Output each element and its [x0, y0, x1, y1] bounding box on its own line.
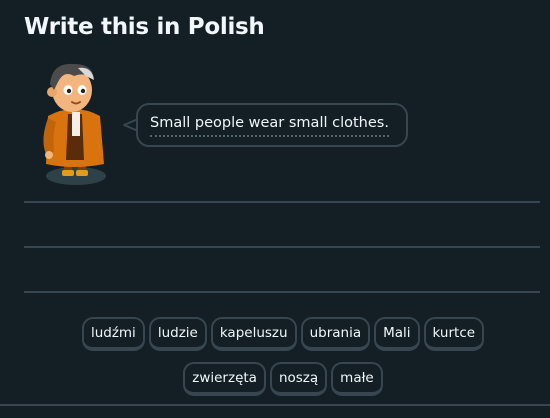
- speech-bubble: Small people wear small clothes.: [136, 103, 408, 147]
- answer-line-3: [24, 291, 540, 293]
- word-tile[interactable]: ludzie: [148, 317, 207, 351]
- word-tile[interactable]: kapeluszu: [210, 317, 297, 351]
- word-bank: ludźmi ludzie kapeluszu ubrania Mali kur…: [40, 317, 526, 396]
- word-tile[interactable]: ubrania: [300, 317, 371, 351]
- footer-divider: [0, 404, 550, 406]
- word-tile[interactable]: noszą: [269, 362, 328, 396]
- answer-line-2: [24, 246, 540, 248]
- character-illustration-icon: [34, 56, 114, 190]
- word-tile[interactable]: kurtce: [423, 317, 485, 351]
- word-tile[interactable]: małe: [331, 362, 383, 396]
- word-tile[interactable]: ludźmi: [81, 317, 145, 351]
- word-tile[interactable]: zwierzęta: [183, 362, 266, 396]
- challenge-title: Write this in Polish: [24, 14, 265, 40]
- answer-line-1: [24, 201, 540, 203]
- prompt-text[interactable]: Small people wear small clothes.: [150, 114, 389, 137]
- word-tile[interactable]: Mali: [374, 317, 420, 351]
